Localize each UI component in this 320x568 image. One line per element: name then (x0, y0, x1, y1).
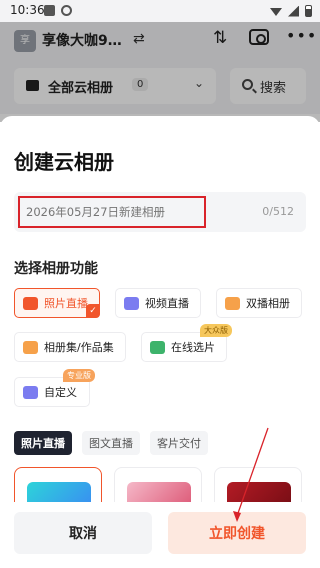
function-label: 在线选片 (171, 341, 215, 354)
custom-icon (23, 385, 38, 399)
dual-album-icon (225, 296, 240, 310)
online-selection-icon (150, 340, 165, 354)
function-video-live[interactable]: 视频直播 (115, 288, 201, 318)
wifi-icon (270, 8, 282, 16)
function-album-collection[interactable]: 相册集/作品集 (14, 332, 126, 362)
edition-tag: 大众版 (200, 324, 232, 337)
function-photo-live[interactable]: 照片直播 ✓ (14, 288, 100, 318)
sheet-title: 创建云相册 (14, 150, 114, 174)
status-bar: 10:36 (0, 0, 320, 22)
create-now-button[interactable]: 立即创建 (168, 512, 306, 554)
status-notification-icons (44, 5, 72, 16)
sync-notification-icon (61, 5, 72, 16)
battery-icon (305, 5, 312, 17)
signal-icon (288, 5, 299, 17)
video-live-icon (124, 296, 139, 310)
status-right (270, 5, 312, 17)
edition-tag: 专业版 (63, 369, 95, 382)
check-icon: ✓ (86, 304, 100, 318)
function-label: 照片直播 (44, 297, 88, 310)
gallery-notification-icon (44, 5, 55, 16)
function-label: 相册集/作品集 (44, 341, 114, 354)
function-label: 双播相册 (246, 297, 290, 310)
photo-live-icon (23, 296, 38, 310)
create-album-sheet: 创建云相册 0/512 选择相册功能 照片直播 ✓ 视频直播 双播相册 相册集/… (0, 116, 320, 568)
function-custom[interactable]: 自定义 专业版 (14, 369, 95, 407)
album-name-input[interactable] (18, 196, 206, 228)
function-dual-album[interactable]: 双播相册 (216, 288, 302, 318)
function-section-label: 选择相册功能 (14, 261, 98, 277)
function-online-selection[interactable]: 在线选片 大众版 (141, 324, 232, 362)
function-label: 视频直播 (145, 297, 189, 310)
char-counter: 0/512 (262, 205, 294, 218)
album-name-field: 0/512 (14, 192, 306, 232)
status-time: 10:36 (10, 3, 45, 17)
function-label: 自定义 (44, 386, 77, 399)
tab-client-delivery[interactable]: 客片交付 (150, 431, 208, 455)
modal-backdrop[interactable] (0, 22, 320, 122)
collection-icon (23, 340, 38, 354)
sheet-footer: 取消 立即创建 (0, 502, 320, 568)
tab-text-live[interactable]: 图文直播 (82, 431, 140, 455)
tab-photo-live[interactable]: 照片直播 (14, 431, 72, 455)
cancel-button[interactable]: 取消 (14, 512, 152, 554)
